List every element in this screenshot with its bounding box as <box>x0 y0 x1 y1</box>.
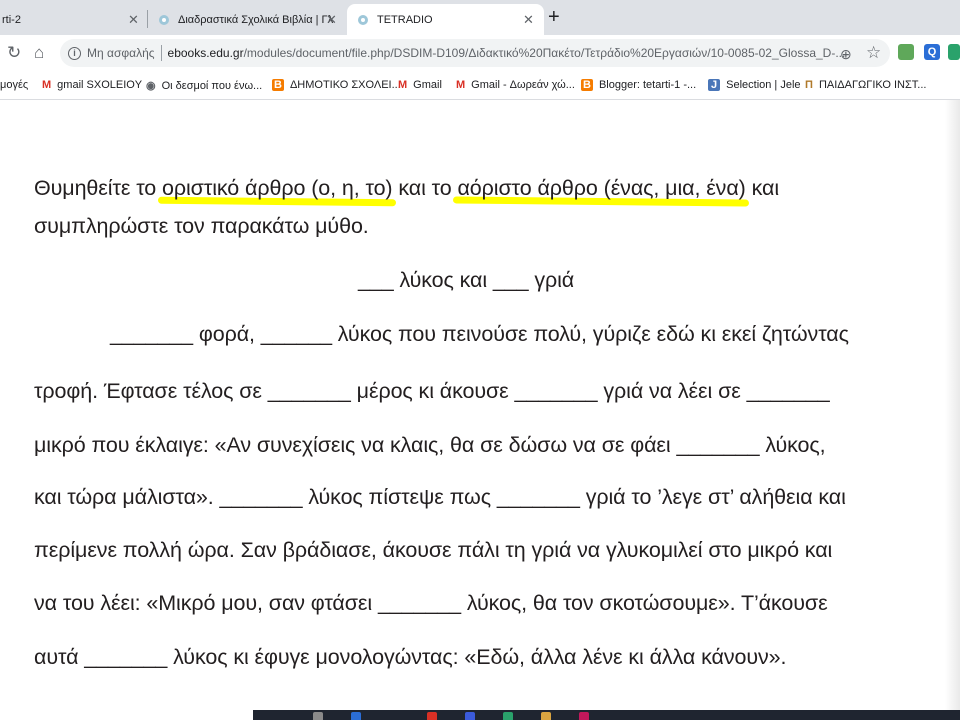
bookmark-item[interactable]: Π ΠΑΙΔΑΓΩΓΙΚΟ ΙΝΣΤ... <box>805 79 926 91</box>
zoom-icon[interactable]: ⊕ <box>840 44 852 64</box>
omnibox-separator <box>160 45 162 61</box>
info-icon[interactable]: i <box>68 46 81 60</box>
bookmark-item[interactable]: B ΔΗΜΟΤΙΚΟ ΣΧΟΛΕΙ... <box>272 79 401 91</box>
story-line-3: μικρό που έκλαιγε: «Αν συνεχίσεις να κλα… <box>34 433 826 457</box>
bookmark-label: Selection | Jele <box>726 79 801 91</box>
highlighted-text: οριστικό άρθρο (ο, η, το) <box>162 176 393 200</box>
bookmark-star-icon[interactable]: ☆ <box>866 43 881 63</box>
close-icon[interactable]: ✕ <box>326 12 337 28</box>
bookmark-label: ΠΑΙΔΑΓΩΓΙΚΟ ΙΝΣΤ... <box>818 79 927 91</box>
tab-2-label: Διαδραστικά Σχολικά Βιβλία | Γλ <box>178 13 334 26</box>
instruction-text: Θυμηθείτε το <box>34 176 163 200</box>
home-icon[interactable]: ⌂ <box>34 43 44 63</box>
gmail-icon: M <box>42 79 52 91</box>
instruction-text: και <box>745 176 780 200</box>
pi-icon: Π <box>805 79 813 91</box>
page-edge <box>945 100 960 710</box>
taskbar-strip <box>253 710 960 720</box>
tetradio-favicon-icon <box>357 14 369 26</box>
bookmark-label: Blogger: tetarti-1 -... <box>598 79 697 91</box>
gmail-icon: M <box>398 79 408 91</box>
gmail-icon: M <box>456 79 466 91</box>
bookmark-item[interactable]: J Selection | Jele <box>708 79 801 91</box>
extension-icon[interactable] <box>948 44 960 60</box>
bookmark-label: ΔΗΜΟΤΙΚΟ ΣΧΟΛΕΙ... <box>289 79 401 91</box>
taskbar-app-icon[interactable] <box>427 712 437 720</box>
bookmark-item[interactable]: Mgmail SXOLEIOY <box>42 79 142 91</box>
taskbar <box>0 710 960 720</box>
tetradio-favicon-icon <box>158 14 170 26</box>
story-title: ___ λύκος και ___ γριά <box>358 268 575 292</box>
tab-strip: rti-2 ✕ Διαδραστικά Σχολικά Βιβλία | Γλ … <box>0 0 960 35</box>
bookmark-item[interactable]: ◉ Οι δεσμοί που ένω... <box>146 79 263 93</box>
taskbar-app-icon[interactable] <box>541 712 551 720</box>
highlight-indefinite-article: αόριστο άρθρο (ένας, μια, ένα) <box>453 176 750 207</box>
story-line-1: _______ φορά, ______ λύκος που πεινούσε … <box>110 322 849 346</box>
address-bar[interactable]: i Μη ασφαλής ebooks.edu.gr/modules/docum… <box>60 39 890 67</box>
taskbar-app-icon[interactable] <box>351 712 361 720</box>
highlight-definite-article: οριστικό άρθρο (ο, η, το) <box>157 176 397 207</box>
taskbar-app-icon[interactable] <box>465 712 475 720</box>
bookmark-label: gmail SXOLEIOY <box>57 79 143 91</box>
story-line-7: αυτά _______ λύκος κι έφυγε μονολογώντας… <box>34 645 787 669</box>
url-text: ebooks.edu.gr/modules/document/file.php/… <box>168 46 846 60</box>
taskbar-app-icon[interactable] <box>313 712 323 720</box>
bookmark-item[interactable]: M Gmail <box>398 79 442 91</box>
bookmark-label: Gmail - Δωρεάν χώ... <box>471 79 575 91</box>
globe-icon: ◉ <box>146 80 156 92</box>
story-line-6: να του λέει: «Μικρό μου, σαν φτάσει ____… <box>34 591 828 615</box>
highlighted-text: αόριστο άρθρο (ένας, μια, ένα) <box>457 176 746 200</box>
instruction-text: και το <box>392 176 458 200</box>
tab-3-label: TETRADIO <box>377 13 433 26</box>
story-line-2: τροφή. Έφτασε τέλος σε _______ μέρος κι … <box>34 379 830 403</box>
story-line-5: περίμενε πολλή ώρα. Σαν βράδιασε, άκουσε… <box>34 538 833 562</box>
search-extension-icon[interactable]: Q <box>924 44 940 60</box>
story-line-4: και τώρα μάλιστα». _______ λύκος πίστεψε… <box>34 485 846 509</box>
tab-1[interactable]: rti-2 ✕ <box>0 4 145 35</box>
tab-2[interactable]: Διαδραστικά Σχολικά Βιβλία | Γλ ✕ <box>150 4 345 35</box>
tab-separator <box>147 10 148 28</box>
tab-1-label: rti-2 <box>2 13 21 26</box>
bookmark-item[interactable]: μογές <box>0 79 28 91</box>
instruction-line-1: Θυμηθείτε το οριστικό άρθρο (ο, η, το) κ… <box>34 176 780 207</box>
url-path: /modules/document/file.php/DSDIM-D109/Δι… <box>243 46 846 60</box>
bookmark-label: Gmail <box>413 79 442 91</box>
tab-3-active[interactable]: TETRADIO ✕ <box>347 4 544 35</box>
close-icon[interactable]: ✕ <box>523 12 534 28</box>
browser-toolbar: ↻ ⌂ i Μη ασφαλής ebooks.edu.gr/modules/d… <box>0 35 960 71</box>
bookmark-item[interactable]: B Blogger: tetarti-1 -... <box>581 79 696 91</box>
bookmarks-bar: μογές Mgmail SXOLEIOY ◉ Οι δεσμοί που ένω… <box>0 71 960 100</box>
taskbar-app-icon[interactable] <box>503 712 513 720</box>
bookmark-label: μογές <box>0 79 29 91</box>
reload-icon[interactable]: ↻ <box>7 43 21 63</box>
security-label: Μη ασφαλής <box>87 46 155 60</box>
blogger-icon: B <box>581 79 593 91</box>
url-host: ebooks.edu.gr <box>167 46 244 60</box>
taskbar-app-icon[interactable] <box>579 712 589 720</box>
j-icon: J <box>708 79 721 91</box>
new-tab-button[interactable]: + <box>548 6 560 29</box>
instruction-line-2: συμπληρώστε τον παρακάτω μύθο. <box>34 214 369 238</box>
extension-icon[interactable] <box>898 44 914 60</box>
bookmark-item[interactable]: M Gmail - Δωρεάν χώ... <box>456 79 575 91</box>
bookmark-label: Οι δεσμοί που ένω... <box>161 79 263 92</box>
blogger-icon: B <box>272 79 284 91</box>
close-icon[interactable]: ✕ <box>128 12 139 28</box>
